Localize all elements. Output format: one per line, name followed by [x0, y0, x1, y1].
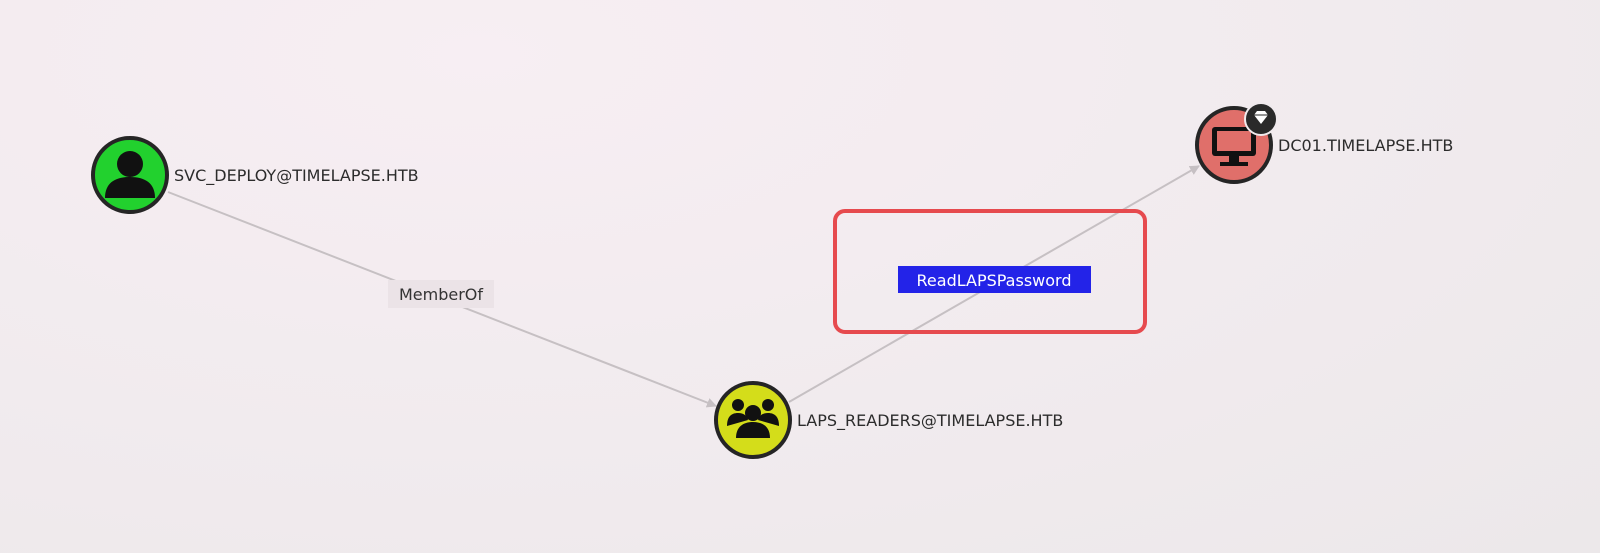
node-label-dc01[interactable]: DC01.TIMELAPSE.HTB	[1278, 136, 1453, 155]
node-label-laps-readers[interactable]: LAPS_READERS@TIMELAPSE.HTB	[797, 411, 1063, 431]
edge-read-laps-password[interactable]: ReadLAPSPassword	[788, 165, 1200, 403]
node-svc-deploy[interactable]: SVC_DEPLOY@TIMELAPSE.HTB	[91, 136, 419, 214]
node-dc01[interactable]: DC01.TIMELAPSE.HTB	[1195, 102, 1453, 184]
graph-canvas[interactable]: MemberOf ReadLAPSPassword SVC_DEPLOY@TIM…	[0, 0, 1600, 553]
edge-label-read-laps-password[interactable]: ReadLAPSPassword	[917, 271, 1072, 290]
edge-member-of[interactable]: MemberOf	[167, 191, 717, 408]
diamond-icon	[1244, 102, 1278, 136]
node-laps-readers[interactable]: LAPS_READERS@TIMELAPSE.HTB	[714, 381, 1063, 459]
edge-label-member-of[interactable]: MemberOf	[399, 285, 483, 304]
node-label-svc-deploy[interactable]: SVC_DEPLOY@TIMELAPSE.HTB	[174, 166, 419, 186]
